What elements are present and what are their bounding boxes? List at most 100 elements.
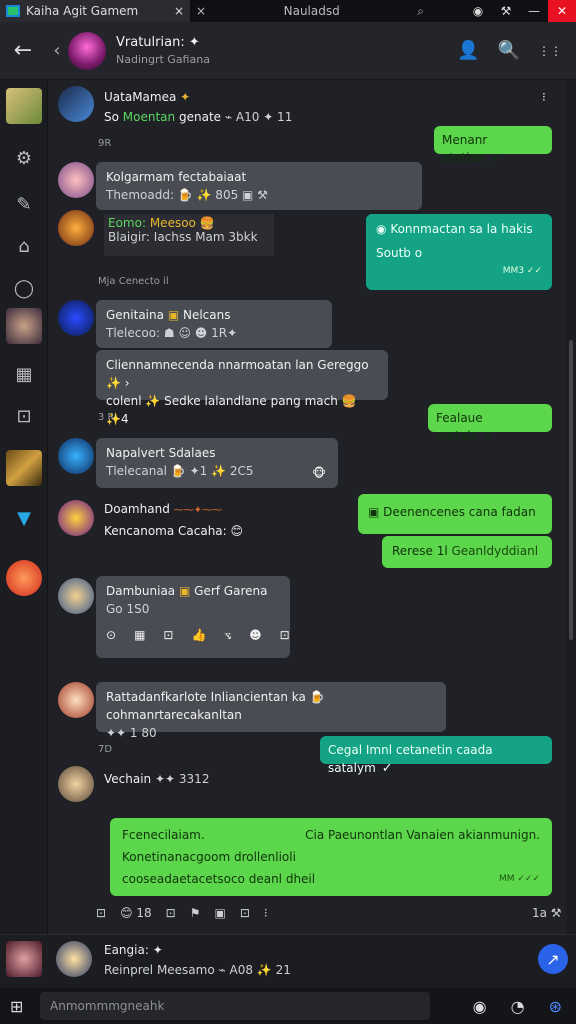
like-icon[interactable]: 👍 — [191, 626, 206, 644]
sidebar-avatar-2[interactable] — [6, 308, 42, 344]
record-icon[interactable]: ⊙ — [106, 626, 116, 644]
check-icon: ✓ — [484, 429, 495, 444]
avatar[interactable] — [58, 210, 94, 246]
clock-icon[interactable]: ◔ — [511, 997, 525, 1016]
send-button[interactable]: ↗ — [538, 944, 568, 974]
incoming-message[interactable]: Cliennamnecenda nnarmoatan lan Gereggo ✨… — [96, 350, 388, 426]
outgoing-message[interactable]: Cegal Imnl cetanetin caada satalym ✓ — [320, 736, 552, 776]
avatar[interactable] — [58, 300, 94, 336]
profile-icon[interactable]: 👤 — [457, 40, 479, 61]
chevron-left-icon[interactable]: ‹ — [46, 40, 68, 61]
tab2-close-icon[interactable]: × — [196, 4, 206, 18]
settings-icon[interactable]: ⚙ — [6, 140, 42, 176]
instagram-icon[interactable]: ⊡ — [6, 398, 42, 434]
close-button[interactable]: ✕ — [548, 0, 576, 22]
avatar[interactable] — [58, 682, 94, 718]
avatar[interactable] — [56, 941, 92, 977]
emoji-icon: 🐵 — [312, 466, 326, 480]
outgoing-message[interactable]: Menanr etetian ✓ — [434, 126, 552, 166]
avatar[interactable] — [58, 438, 94, 474]
bottom-chat-preview[interactable]: Eangia: ✦ Reinprel Meesamo ⌁ A08 ✨ 21 — [0, 934, 576, 988]
browser-tab-second[interactable]: × Nauladsd ⌕ — [190, 0, 430, 22]
message-line-2: colenl ✨ Sedke lalandlane pang mach 🍔 ✨4 — [106, 394, 357, 426]
flag-icon[interactable]: ⚑ — [190, 906, 201, 920]
edit-icon[interactable]: ✎ — [6, 186, 42, 222]
chat-avatar[interactable] — [68, 31, 106, 70]
chat-subtitle: Nadingrt Gafiana — [116, 53, 210, 66]
more-icon[interactable]: ⁝ — [542, 90, 546, 104]
outgoing-message[interactable]: Fealaue metain ✓ — [428, 404, 552, 444]
chart-icon[interactable]: ⦪ — [224, 626, 231, 644]
avatar[interactable] — [58, 500, 94, 536]
sidebar-avatar-4[interactable] — [6, 560, 42, 596]
browser-tab-active[interactable]: Kaiha Agit Gamem × — [0, 0, 190, 22]
gif-icon[interactable]: ⊡ — [240, 906, 250, 920]
incoming-message[interactable]: Eomo: Meesoo 🍔 Blaigir: Iachss Mam 3bkk — [104, 214, 274, 256]
sender-name: Dambuniaa — [106, 584, 176, 598]
record-icon[interactable]: ◉ — [473, 997, 487, 1016]
emoji-icon[interactable]: ☻ — [249, 626, 262, 644]
avatar[interactable] — [58, 578, 94, 614]
sender-name: UataMamea — [104, 90, 177, 104]
avatar[interactable] — [58, 162, 94, 198]
message-text: Cegal Imnl cetanetin caada satalym — [328, 743, 493, 775]
sidebar-avatar-1[interactable] — [6, 88, 42, 124]
scrollbar-thumb[interactable] — [569, 340, 573, 640]
message-sub: Go 1S0 — [106, 602, 150, 616]
incoming-message[interactable]: Dambuniaa ▣ Gerf Garena Go 1S0 ⊙ ▦ ⊡ 👍 ⦪… — [96, 576, 290, 658]
frame-icon[interactable]: ⊡ — [166, 906, 176, 920]
flair-icon: ⁓⁓✦⁓⁓ — [173, 505, 223, 516]
attachment-icon: ▣ — [368, 505, 380, 519]
chat-icon[interactable]: ◯ — [6, 270, 42, 306]
message-sender: UataMamea ✦ — [104, 90, 190, 104]
sender-name: Vechain — [104, 772, 152, 786]
outgoing-message[interactable]: Fcenecilaiam. Cia Paeunontlan Vanaien ak… — [110, 818, 552, 896]
incoming-message[interactable]: Genitaina ▣ Nelcans Tlelecoo: ☗ ☺ ☻ 1R✦ — [96, 300, 332, 348]
message-time: MM3 ✓✓ — [502, 266, 542, 276]
incoming-message[interactable]: Kolgarmam fectabaiaat Themoadd: 🍺 ✨ 805 … — [96, 162, 422, 210]
app-icon[interactable]: ⊛ — [549, 997, 562, 1016]
record-icon[interactable]: ◉ — [464, 0, 492, 22]
start-icon[interactable]: ⊞ — [10, 997, 23, 1016]
menu-icon[interactable]: ⋮⋮ — [538, 44, 562, 58]
taskbar-search-input[interactable]: Anmommmgneahk — [40, 992, 430, 1020]
search-icon[interactable]: 🔍 — [498, 40, 520, 61]
reaction-right[interactable]: 1a ⚒ — [532, 906, 562, 920]
message-meta: ✦✦ 3312 — [154, 772, 210, 786]
more-icon[interactable]: ⁝ — [264, 906, 268, 920]
layout-icon[interactable]: ▦ — [6, 356, 42, 392]
minimize-button[interactable]: — — [520, 0, 548, 22]
telegram-icon[interactable]: ▼ — [6, 500, 42, 536]
message-line: Themoadd: 🍺 ✨ 805 ▣ ⚒ — [106, 188, 268, 202]
outgoing-message[interactable]: ◉ Konnmactan sa la hakis Soutb o MM3 ✓✓ — [366, 214, 552, 290]
image-icon[interactable]: ⊡ — [96, 906, 106, 920]
avatar[interactable] — [58, 766, 94, 802]
incoming-message[interactable]: Napalvert Sdalaes Tlelecanal 🍺 ✦1 ✨ 2C5 … — [96, 438, 338, 488]
text-meta: ⌁ A10 ✦ 1​1 — [224, 110, 293, 124]
message-title: Napalvert Sdalaes — [106, 446, 216, 460]
frame-icon-2[interactable]: ⊡ — [280, 626, 290, 644]
incoming-message[interactable]: Rattadanfkarlote Inliancientan ka 🍺 cohm… — [96, 682, 446, 740]
home-icon[interactable]: ⌂ — [6, 228, 42, 264]
grid-icon[interactable]: ▦ — [134, 626, 145, 644]
frame-icon[interactable]: ⊡ — [163, 626, 173, 644]
sender-name-2: Nelcans — [182, 308, 231, 322]
outgoing-message[interactable]: Rerese 1l Geanldyddianl — [382, 536, 552, 568]
scrollbar[interactable] — [566, 80, 576, 934]
label-yellow: Meesoo 🍔 — [149, 216, 215, 230]
back-arrow-icon[interactable]: ← — [0, 38, 46, 63]
emoji-reaction[interactable]: 😊 18 — [120, 906, 152, 920]
box-icon[interactable]: ▣ — [214, 906, 225, 920]
message-text: Fealaue metain — [436, 411, 483, 443]
search-icon[interactable]: ⌕ — [417, 4, 424, 19]
sidebar-avatar-5[interactable] — [6, 941, 42, 977]
tab-close-icon[interactable]: × — [174, 4, 184, 18]
check-icon: ✓ — [490, 151, 502, 166]
message-line-1b: Cia Paeunontlan Vanaien akianmunign. — [305, 828, 540, 842]
message-line-1: Cliennamnecenda nnarmoatan lan Gereggo ✨… — [106, 358, 369, 390]
sidebar-avatar-3[interactable] — [6, 450, 42, 486]
avatar[interactable] — [58, 86, 94, 122]
chat-title-block[interactable]: Vratulrian: ✦ Nadingrt Gafiana — [116, 35, 210, 66]
outgoing-message[interactable]: ▣ Deenencenes cana fadan — [358, 494, 552, 534]
tools-icon[interactable]: ⚒ — [492, 0, 520, 22]
